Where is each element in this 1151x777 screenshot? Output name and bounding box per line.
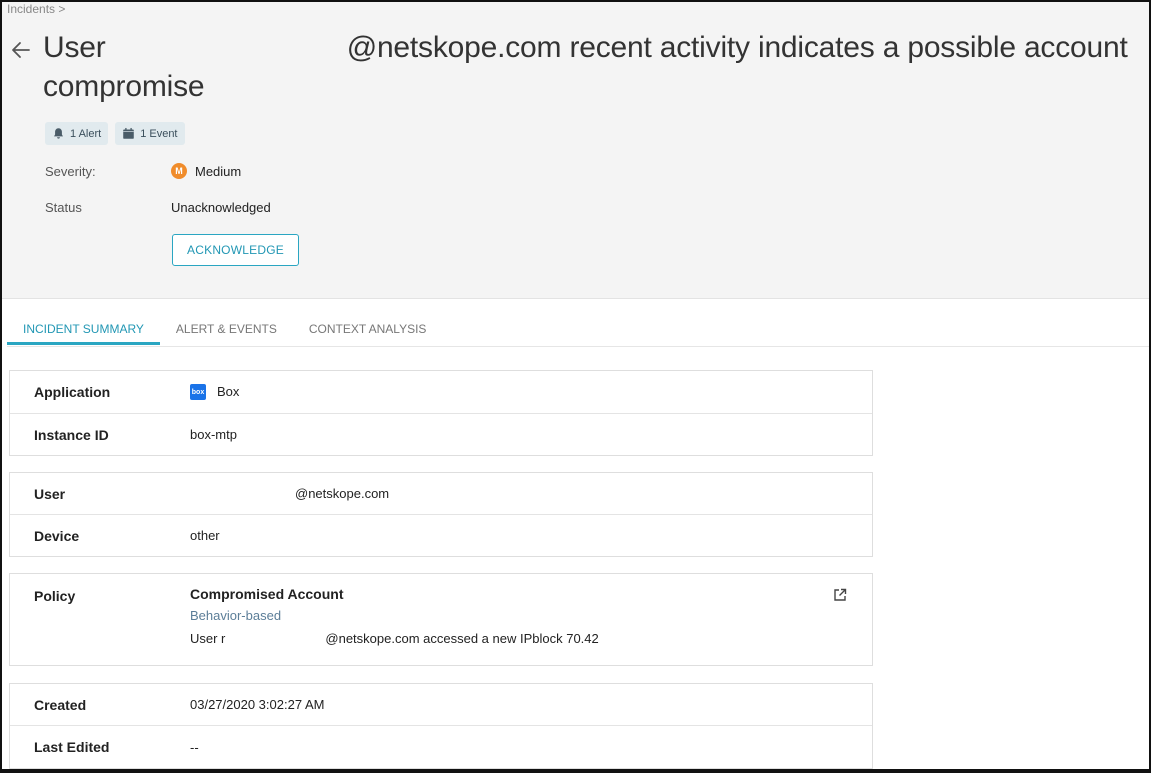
- user-card: User @netskope.com Device other: [9, 472, 873, 557]
- calendar-icon: [123, 127, 134, 139]
- device-value: other: [190, 528, 220, 543]
- acknowledge-button[interactable]: ACKNOWLEDGE: [172, 234, 299, 266]
- severity-badge-icon: M: [171, 163, 187, 179]
- policy-details: Compromised Account Behavior-based User …: [190, 574, 872, 665]
- created-row: Created 03/27/2020 3:02:27 AM: [10, 684, 872, 725]
- policy-row: Policy Compromised Account Behavior-base…: [10, 574, 872, 665]
- incident-header: Incidents > User @netskope.com recent ac…: [2, 2, 1149, 299]
- severity-value: M Medium: [171, 163, 241, 179]
- tab-bar: INCIDENT SUMMARY ALERT & EVENTS CONTEXT …: [7, 312, 1149, 347]
- application-label: Application: [34, 384, 111, 400]
- policy-label: Policy: [34, 588, 76, 604]
- policy-card: Policy Compromised Account Behavior-base…: [9, 573, 873, 666]
- user-value: @netskope.com: [190, 486, 872, 501]
- last-edited-label: Last Edited: [34, 739, 110, 755]
- alert-count-chip[interactable]: 1 Alert: [45, 122, 109, 145]
- policy-desc-suffix: @netskope.com accessed a new IPblock 70.…: [325, 631, 599, 646]
- status-value: Unacknowledged: [171, 200, 271, 215]
- instance-id-value: box-mtp: [190, 427, 237, 442]
- created-value: 03/27/2020 3:02:27 AM: [190, 697, 325, 712]
- breadcrumb[interactable]: Incidents >: [7, 2, 65, 16]
- box-app-icon: box: [190, 384, 206, 401]
- last-edited-value: --: [190, 739, 199, 755]
- policy-description: User r @netskope.com accessed a new IPblo…: [190, 631, 872, 646]
- bell-icon: [54, 128, 63, 139]
- user-label: User: [34, 485, 66, 502]
- count-chips: 1 Alert 1 Event: [45, 122, 185, 145]
- page-title: User @netskope.com recent activity indic…: [43, 28, 1149, 106]
- policy-name: Compromised Account: [190, 586, 344, 602]
- event-count-label: 1 Event: [140, 127, 178, 140]
- back-arrow-icon[interactable]: [9, 38, 33, 62]
- instance-id-label: Instance ID: [34, 426, 109, 443]
- status-label: Status: [45, 200, 82, 215]
- tab-incident-summary[interactable]: INCIDENT SUMMARY: [7, 312, 160, 345]
- tab-alert-events[interactable]: ALERT & EVENTS: [160, 312, 293, 345]
- alert-count-label: 1 Alert: [70, 127, 102, 140]
- tab-context-analysis[interactable]: CONTEXT ANALYSIS: [293, 312, 443, 345]
- application-row: Application box Box: [10, 371, 872, 413]
- created-label: Created: [34, 696, 87, 713]
- external-link-icon[interactable]: [833, 588, 847, 602]
- device-row: Device other: [10, 514, 872, 556]
- instance-id-row: Instance ID box-mtp: [10, 413, 872, 455]
- severity-text: Medium: [195, 163, 242, 179]
- timestamps-card: Created 03/27/2020 3:02:27 AM Last Edite…: [9, 683, 873, 769]
- incident-detail-window: Incidents > User @netskope.com recent ac…: [0, 0, 1151, 773]
- severity-label: Severity:: [45, 164, 96, 179]
- policy-type: Behavior-based: [190, 608, 282, 623]
- redacted-username: [190, 497, 295, 498]
- user-row: User @netskope.com: [10, 473, 872, 514]
- device-label: Device: [34, 527, 80, 544]
- event-count-chip[interactable]: 1 Event: [115, 122, 185, 145]
- application-value: box Box: [190, 384, 872, 401]
- redacted-username: [225, 642, 326, 643]
- user-email-domain: @netskope.com: [295, 486, 390, 501]
- last-edited-row: Last Edited --: [10, 725, 872, 768]
- title-prefix: User: [43, 31, 106, 64]
- redacted-username: [113, 33, 347, 61]
- application-name: Box: [217, 383, 240, 399]
- policy-desc-prefix: User r: [190, 631, 226, 646]
- application-card: Application box Box Instance ID box-mtp: [9, 370, 873, 456]
